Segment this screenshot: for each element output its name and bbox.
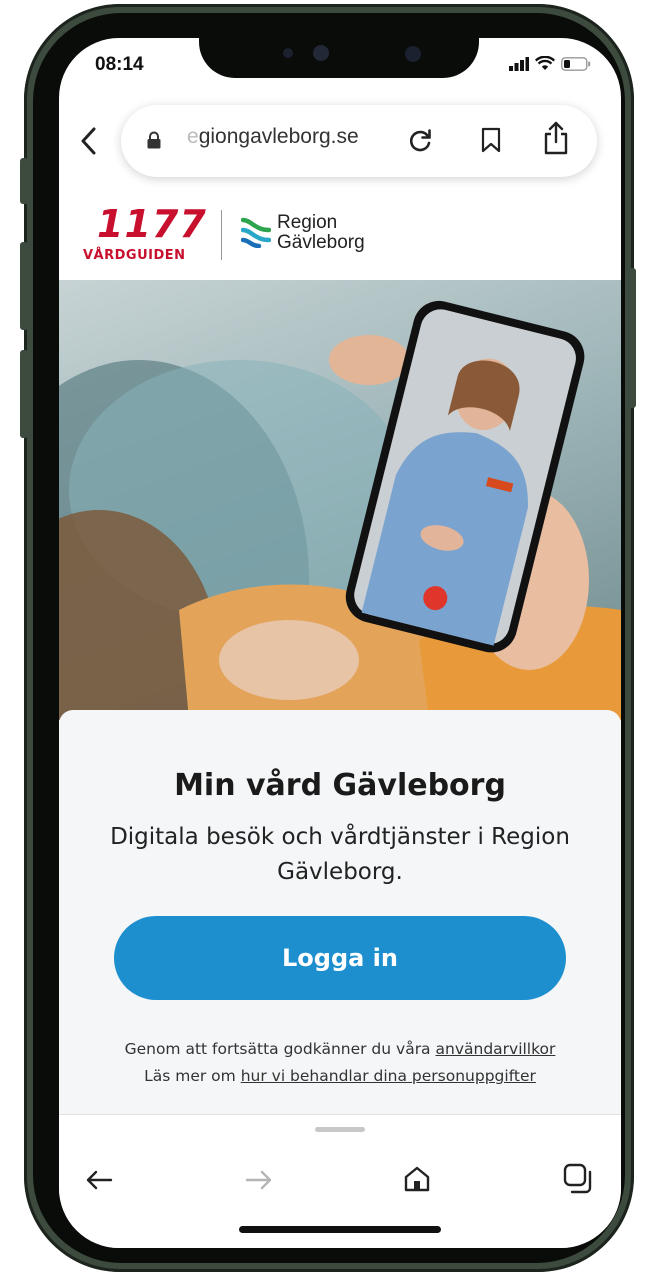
reload-icon[interactable] — [407, 128, 433, 154]
phone-screen: 08:14 egiongavleborg.se 1177 VÅRDGUIDEN … — [59, 38, 621, 1248]
legal-line2-text: Läs mer om — [144, 1067, 236, 1085]
url-text[interactable]: egiongavleborg.se — [187, 125, 402, 149]
hero-video-call-image — [59, 280, 621, 720]
login-button[interactable]: Logga in — [114, 916, 566, 1000]
back-chevron-icon[interactable] — [79, 126, 99, 156]
legal-line1-text: Genom att fortsätta godkänner du våra — [124, 1040, 431, 1058]
power-button — [628, 268, 636, 408]
status-icons — [509, 56, 591, 71]
legal-text: Genom att fortsätta godkänner du våra an… — [79, 1036, 601, 1090]
status-time: 08:14 — [95, 54, 144, 75]
logo-divider — [221, 210, 222, 260]
lock-icon — [147, 131, 161, 149]
arrow-right-icon[interactable] — [245, 1169, 273, 1191]
cellular-signal-icon — [509, 56, 529, 71]
logo-vardguiden-text: VÅRDGUIDEN — [83, 248, 186, 263]
tabs-icon[interactable] — [563, 1163, 595, 1195]
site-header: 1177 VÅRDGUIDEN Region Gävleborg — [59, 188, 621, 280]
share-icon[interactable] — [543, 121, 569, 155]
mute-switch — [20, 158, 28, 204]
login-card: Min vård Gävleborg Digitala besök och vå… — [59, 710, 621, 1140]
url-domain: giongavleborg.se — [198, 125, 359, 148]
toolbar-grabber[interactable] — [315, 1127, 365, 1132]
arrow-left-icon[interactable] — [85, 1169, 113, 1191]
region-name-line1: Region — [277, 212, 338, 233]
volume-up-button — [20, 242, 28, 330]
wifi-icon — [535, 56, 555, 70]
bookmark-icon[interactable] — [481, 127, 501, 153]
battery-icon — [561, 56, 591, 71]
home-icon[interactable] — [403, 1165, 431, 1193]
home-indicator[interactable] — [239, 1226, 441, 1233]
address-bar[interactable]: egiongavleborg.se — [121, 105, 597, 177]
privacy-link[interactable]: hur vi behandlar dina personuppgifter — [241, 1067, 536, 1085]
logo-1177-vardguiden[interactable]: 1177 VÅRDGUIDEN — [83, 202, 206, 264]
url-faded-prefix: e — [187, 125, 199, 148]
terms-link[interactable]: användarvillkor — [436, 1040, 556, 1058]
page-subtitle: Digitala besök och vårdtjänster i Region… — [110, 824, 570, 885]
region-gavleborg-wave-icon — [241, 217, 271, 248]
hero-illustration — [59, 300, 621, 720]
notch — [199, 38, 479, 78]
logo-region-gavleborg[interactable]: Region Gävleborg — [241, 212, 391, 262]
page-title: Min vård Gävleborg — [174, 768, 506, 803]
logo-1177-number: 1177 — [97, 202, 207, 246]
volume-down-button — [20, 350, 28, 438]
region-name-line2: Gävleborg — [277, 232, 365, 253]
